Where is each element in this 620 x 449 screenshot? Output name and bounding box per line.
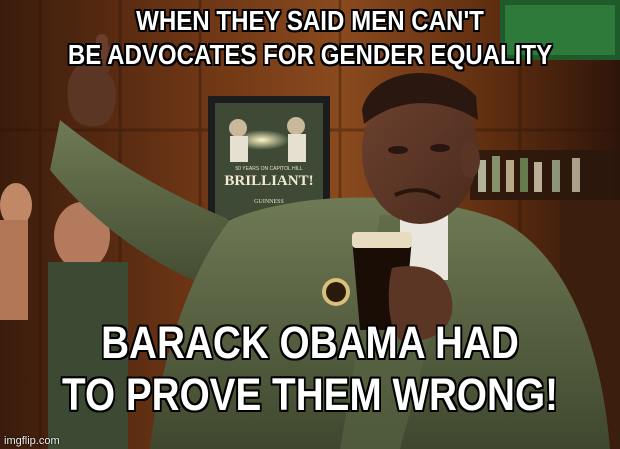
top-caption-line2: BE ADVOCATES FOR GENDER EQUALITY [67, 39, 553, 70]
top-caption: WHEN THEY SAID MEN CAN'T BE ADVOCATES FO… [49, 4, 572, 72]
meme-image: 50 YEARS ON CAPITOL HILL BRILLIANT! GUIN… [0, 0, 620, 449]
bottom-caption-line1: BARACK OBAMA HAD [101, 317, 519, 368]
top-caption-line1: WHEN THEY SAID MEN CAN'T [136, 5, 484, 36]
shelf-bottles [470, 150, 620, 200]
bottom-caption-line2: TO PROVE THEM WRONG! [62, 369, 558, 420]
poster-headline: BRILLIANT! [224, 173, 313, 189]
imgflip-watermark: imgflip.com [4, 435, 60, 447]
bottom-caption: BARACK OBAMA HAD TO PROVE THEM WRONG! [49, 317, 572, 421]
poster-brand: GUINNESS [254, 199, 284, 205]
poster-subline: 50 YEARS ON CAPITOL HILL [235, 166, 302, 172]
